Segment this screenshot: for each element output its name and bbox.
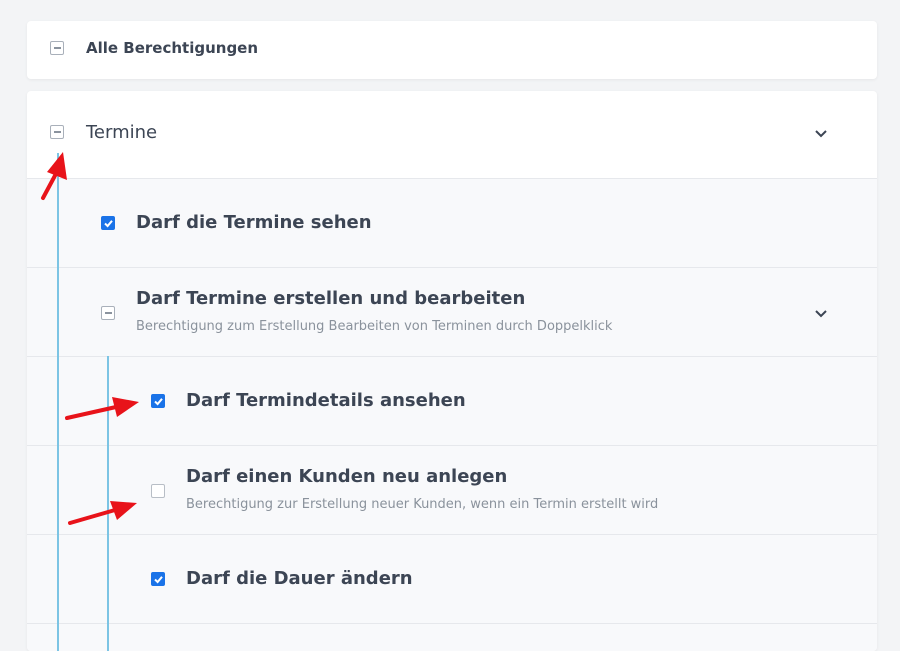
red-arrow-icon	[41, 152, 67, 200]
red-arrow-icon	[65, 397, 139, 420]
red-arrow-icon	[68, 501, 137, 525]
annotation-arrows	[41, 152, 139, 525]
